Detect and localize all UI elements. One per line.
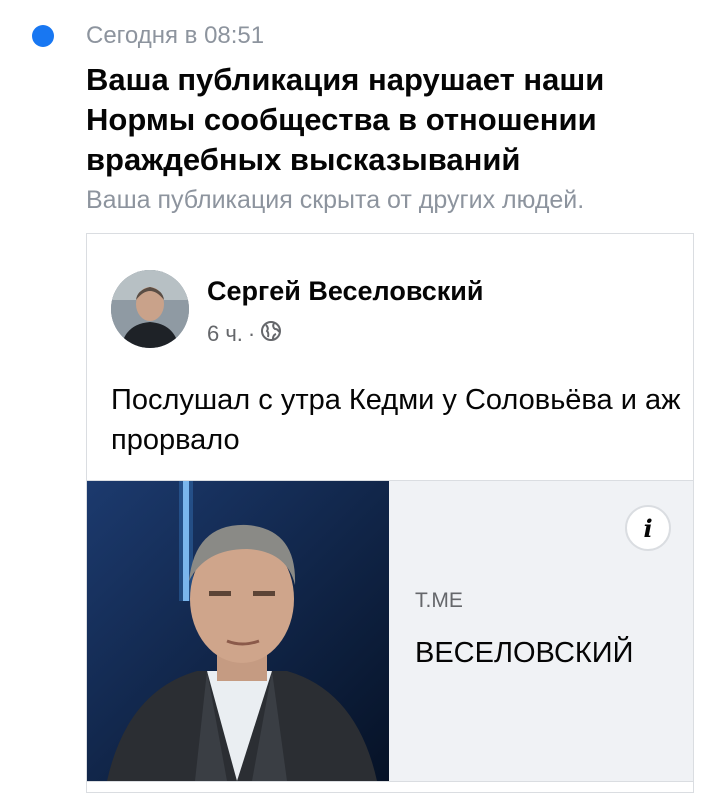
post-time[interactable]: 6 ч. <box>207 321 243 347</box>
post-author[interactable]: Сергей Веселовский <box>207 276 484 307</box>
violation-notification[interactable]: Сегодня в 08:51 Ваша публикация нарушает… <box>0 0 712 806</box>
post-text: Послушал с утра Кедми у Соловьёва и аж п… <box>111 384 681 456</box>
info-icon[interactable]: i <box>625 505 671 551</box>
link-preview-info[interactable]: i T.ME ВЕСЕЛОВСКИЙ <box>389 481 693 781</box>
post-meta: 6 ч. · <box>207 320 282 348</box>
link-domain: T.ME <box>415 589 463 612</box>
notification-title: Ваша публикация нарушает наши Нормы сооб… <box>86 62 605 177</box>
link-title[interactable]: ВЕСЕЛОВСКИЙ <box>415 637 633 670</box>
link-preview-image[interactable] <box>87 481 389 781</box>
avatar[interactable] <box>111 270 189 348</box>
notification-subtitle: Ваша публикация скрыта от других людей. <box>86 186 585 214</box>
post-preview-card[interactable]: Сергей Веселовский 6 ч. · Послушал с утр… <box>86 233 694 793</box>
meta-separator: · <box>247 321 256 346</box>
notification-timestamp: Сегодня в 08:51 <box>86 22 265 49</box>
globe-icon <box>260 320 282 348</box>
unread-dot-icon <box>32 25 54 47</box>
link-preview[interactable]: i T.ME ВЕСЕЛОВСКИЙ <box>87 480 693 782</box>
